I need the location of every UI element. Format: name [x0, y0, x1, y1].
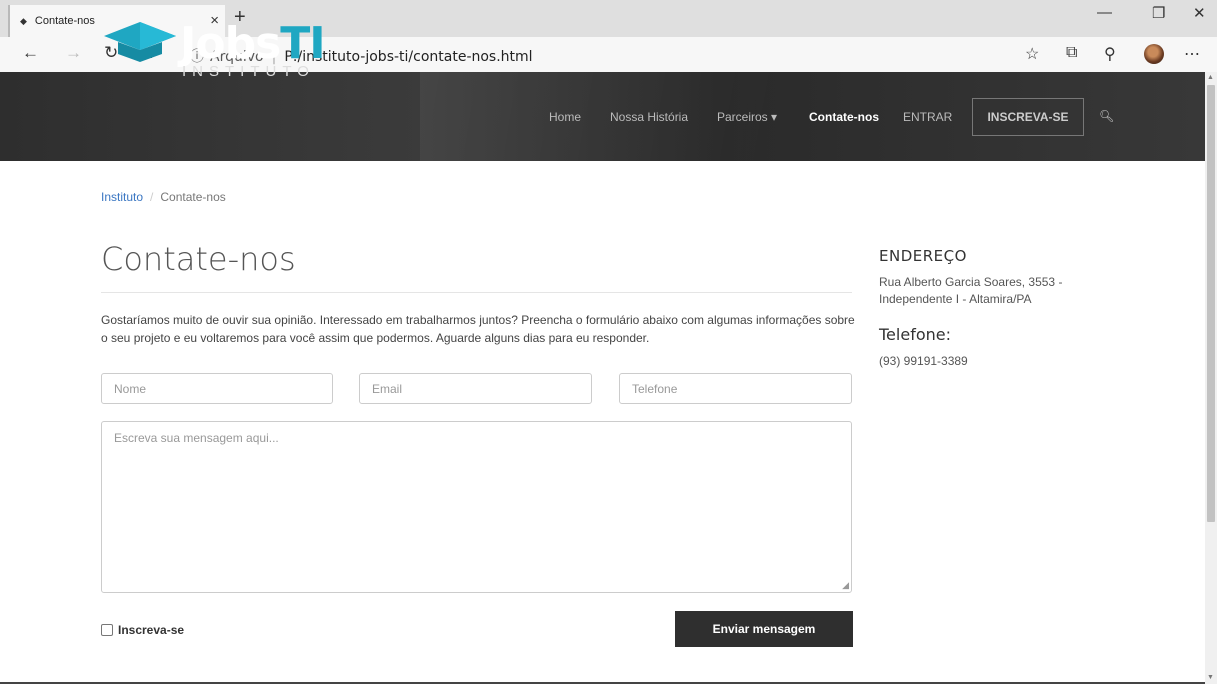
read-aloud-icon[interactable]: ⚲ [1104, 44, 1116, 64]
email-input[interactable]: Email [359, 373, 592, 404]
logo-accent-text: TI [280, 18, 325, 69]
tab-title: Contate-nos [34, 15, 95, 27]
checkbox-box[interactable] [101, 624, 113, 636]
close-icon[interactable]: ✕ [1193, 4, 1206, 22]
send-message-button[interactable]: Enviar mensagem [675, 611, 853, 647]
address-line-1: Rua Alberto Garcia Soares, 3553 - [879, 275, 1063, 289]
inscreva-se-button[interactable]: INSCREVA-SE [972, 98, 1084, 136]
breadcrumb-home-link[interactable]: Instituto [101, 190, 143, 204]
minimize-icon[interactable]: — [1097, 4, 1112, 21]
nav-parceiros-dropdown[interactable]: Parceiros ▾ [717, 110, 777, 124]
address-line-2: Independente I - Altamira/PA [879, 292, 1032, 306]
phone-heading: Telefone: [879, 325, 951, 344]
subscribe-label: Inscreva-se [118, 623, 185, 637]
nav-nossa-historia[interactable]: Nossa História [610, 110, 688, 124]
collections-icon[interactable]: ⧉ [1066, 44, 1077, 62]
scroll-up-arrow-icon[interactable]: ▲ [1207, 74, 1214, 81]
nav-home[interactable]: Home [549, 110, 581, 124]
address-heading: ENDEREÇO [879, 247, 967, 265]
star-icon[interactable]: ☆ [1025, 44, 1039, 64]
more-icon[interactable]: ⋯ [1184, 44, 1200, 64]
title-divider [101, 292, 852, 293]
subscribe-checkbox[interactable]: Inscreva-se [101, 623, 184, 637]
back-arrow-icon[interactable]: ← [22, 43, 39, 63]
scrollbar-thumb[interactable] [1207, 85, 1215, 522]
graduation-cap-logo-icon[interactable] [104, 18, 176, 62]
logo-main-text: Jobs [180, 18, 281, 69]
message-placeholder: Escreva sua mensagem aqui... [114, 431, 279, 445]
intro-text: Gostaríamos muito de ouvir sua opinião. … [101, 313, 855, 345]
logo-subtitle: INSTITUTO [182, 63, 315, 80]
phone-number: (93) 99191-3389 [879, 354, 968, 368]
page-title: Contate-nos [101, 240, 296, 278]
scroll-down-arrow-icon[interactable]: ▼ [1207, 674, 1214, 681]
phone-input[interactable]: Telefone [619, 373, 852, 404]
breadcrumb-separator: / [150, 190, 154, 204]
breadcrumb-current: Contate-nos [160, 190, 226, 204]
restore-icon[interactable]: ❐ [1152, 4, 1165, 22]
nav-entrar[interactable]: ENTRAR [903, 110, 952, 124]
forward-arrow-icon[interactable]: → [65, 43, 82, 63]
graduation-cap-favicon-icon: ◆ [20, 15, 27, 26]
profile-avatar[interactable] [1144, 44, 1164, 64]
nav-contate-nos[interactable]: Contate-nos [809, 110, 879, 124]
logo-wordmark[interactable]: JobsTI [180, 22, 326, 66]
search-icon[interactable]: 🔍︎ [1099, 109, 1114, 123]
message-textarea[interactable]: Escreva sua mensagem aqui... ◢ [101, 421, 852, 593]
resize-grip-icon[interactable]: ◢ [842, 580, 849, 591]
breadcrumb: Instituto / Contate-nos [101, 190, 226, 204]
name-input[interactable]: Nome [101, 373, 333, 404]
